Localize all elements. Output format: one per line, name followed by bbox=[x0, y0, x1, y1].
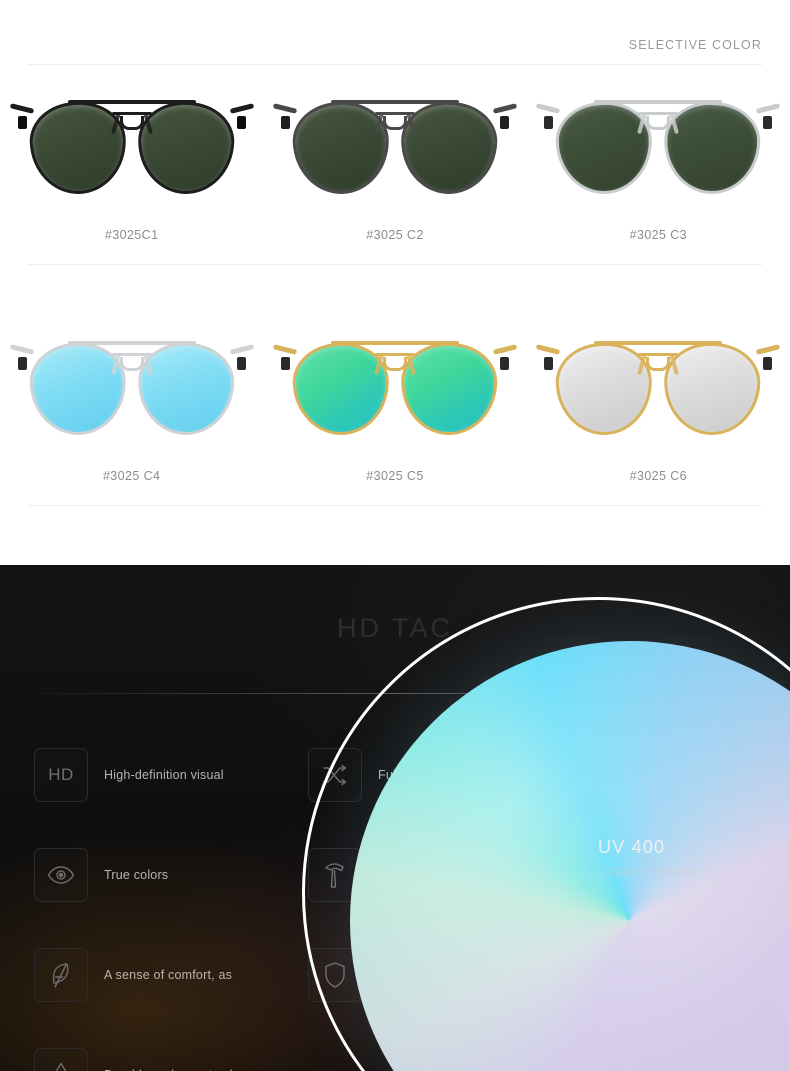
hd-tac-section: HD TAC HD High-definition visual Full gl… bbox=[0, 565, 790, 1071]
product-image-c5 bbox=[263, 315, 526, 455]
hinge-left bbox=[17, 357, 27, 370]
product-card-c3[interactable]: #3025 C3 bbox=[527, 66, 790, 242]
water-drop-icon bbox=[34, 1048, 88, 1071]
lens-left bbox=[28, 100, 128, 196]
lens-left bbox=[554, 341, 654, 437]
hinge-right bbox=[236, 357, 246, 370]
hinge-left bbox=[17, 116, 27, 129]
temple-left bbox=[272, 103, 298, 114]
bridge bbox=[382, 357, 407, 371]
temple-left bbox=[536, 344, 561, 355]
lens-rim-arc bbox=[302, 597, 790, 1071]
temple-left bbox=[9, 344, 34, 355]
lens-left bbox=[291, 100, 391, 196]
temple-right bbox=[229, 103, 254, 114]
temple-right bbox=[492, 344, 518, 355]
feature-label: High-definition visual bbox=[104, 768, 224, 782]
product-image-c3 bbox=[527, 74, 790, 214]
product-card-c5[interactable]: #3025 C5 bbox=[263, 307, 526, 483]
lens-right bbox=[136, 100, 236, 196]
feature-comfort: A sense of comfort, as bbox=[34, 925, 274, 1025]
product-card-c4[interactable]: #3025 C4 bbox=[0, 307, 263, 483]
temple-left bbox=[272, 344, 298, 355]
hinge-right bbox=[763, 357, 773, 370]
bridge bbox=[119, 116, 144, 130]
hinge-right bbox=[499, 357, 509, 370]
product-label-c4: #3025 C4 bbox=[102, 469, 161, 483]
product-label-c2: #3025 C2 bbox=[366, 228, 424, 242]
hinge-right bbox=[499, 116, 509, 129]
uv-title: UV 400 bbox=[598, 837, 666, 857]
lens-right bbox=[662, 341, 762, 437]
row-divider-2 bbox=[28, 505, 762, 506]
product-label-c3: #3025 C3 bbox=[629, 228, 688, 242]
lens-right bbox=[399, 341, 499, 437]
lens-left bbox=[28, 341, 128, 437]
section-header: SELECTIVE COLOR bbox=[0, 0, 790, 66]
selective-color-section: SELECTIVE COLOR #3025C1 #3025 C2 #3025 C… bbox=[0, 0, 790, 565]
feature-label: A sense of comfort, as bbox=[104, 968, 233, 982]
feature-high-definition-visual: HD High-definition visual bbox=[34, 725, 274, 825]
row-divider-1 bbox=[28, 264, 762, 265]
product-row-2: #3025 C4 #3025 C5 #3025 C6 bbox=[0, 307, 790, 483]
bridge bbox=[646, 357, 671, 371]
hd-badge-icon: HD bbox=[34, 748, 88, 802]
product-label-c1: #3025C1 bbox=[104, 228, 159, 242]
product-image-c2 bbox=[263, 74, 526, 214]
feature-durable-easy-clean: Durable and easy to clean bbox=[34, 1025, 274, 1071]
temple-right bbox=[229, 344, 254, 355]
feature-label: True colors bbox=[104, 868, 169, 882]
lens-right bbox=[662, 100, 762, 196]
hinge-left bbox=[544, 116, 554, 129]
uv-subtitle: UV400 Protection bbox=[598, 865, 701, 879]
eye-icon bbox=[34, 848, 88, 902]
product-image-c1 bbox=[0, 74, 263, 214]
lens-right bbox=[399, 100, 499, 196]
temple-right bbox=[756, 103, 781, 114]
product-label-c6: #3025 C6 bbox=[629, 469, 688, 483]
product-image-c6 bbox=[527, 315, 790, 455]
hinge-left bbox=[544, 357, 554, 370]
lens-left bbox=[291, 341, 391, 437]
bridge bbox=[119, 357, 144, 371]
product-card-c6[interactable]: #3025 C6 bbox=[527, 307, 790, 483]
product-card-c1[interactable]: #3025C1 bbox=[0, 66, 263, 242]
uv-callout: UV 400 UV400 Protection bbox=[598, 837, 788, 879]
product-card-c2[interactable]: #3025 C2 bbox=[263, 66, 526, 242]
lens-right bbox=[136, 341, 236, 437]
page-title: SELECTIVE COLOR bbox=[628, 38, 762, 52]
temple-left bbox=[9, 103, 34, 114]
hinge-right bbox=[236, 116, 246, 129]
product-image-c4 bbox=[0, 315, 263, 455]
product-row-1: #3025C1 #3025 C2 #3025 C3 bbox=[0, 66, 790, 242]
temple-right bbox=[756, 344, 781, 355]
hinge-right bbox=[763, 116, 773, 129]
lens-left bbox=[554, 100, 654, 196]
temple-right bbox=[492, 103, 518, 114]
product-label-c5: #3025 C5 bbox=[366, 469, 424, 483]
header-divider bbox=[28, 64, 762, 65]
feature-true-colors: True colors bbox=[34, 825, 274, 925]
hinge-left bbox=[280, 116, 290, 129]
temple-left bbox=[536, 103, 561, 114]
bridge bbox=[646, 116, 671, 130]
hd-badge-text: HD bbox=[48, 765, 74, 784]
hinge-left bbox=[280, 357, 290, 370]
bridge bbox=[382, 116, 407, 130]
feather-icon bbox=[34, 948, 88, 1002]
